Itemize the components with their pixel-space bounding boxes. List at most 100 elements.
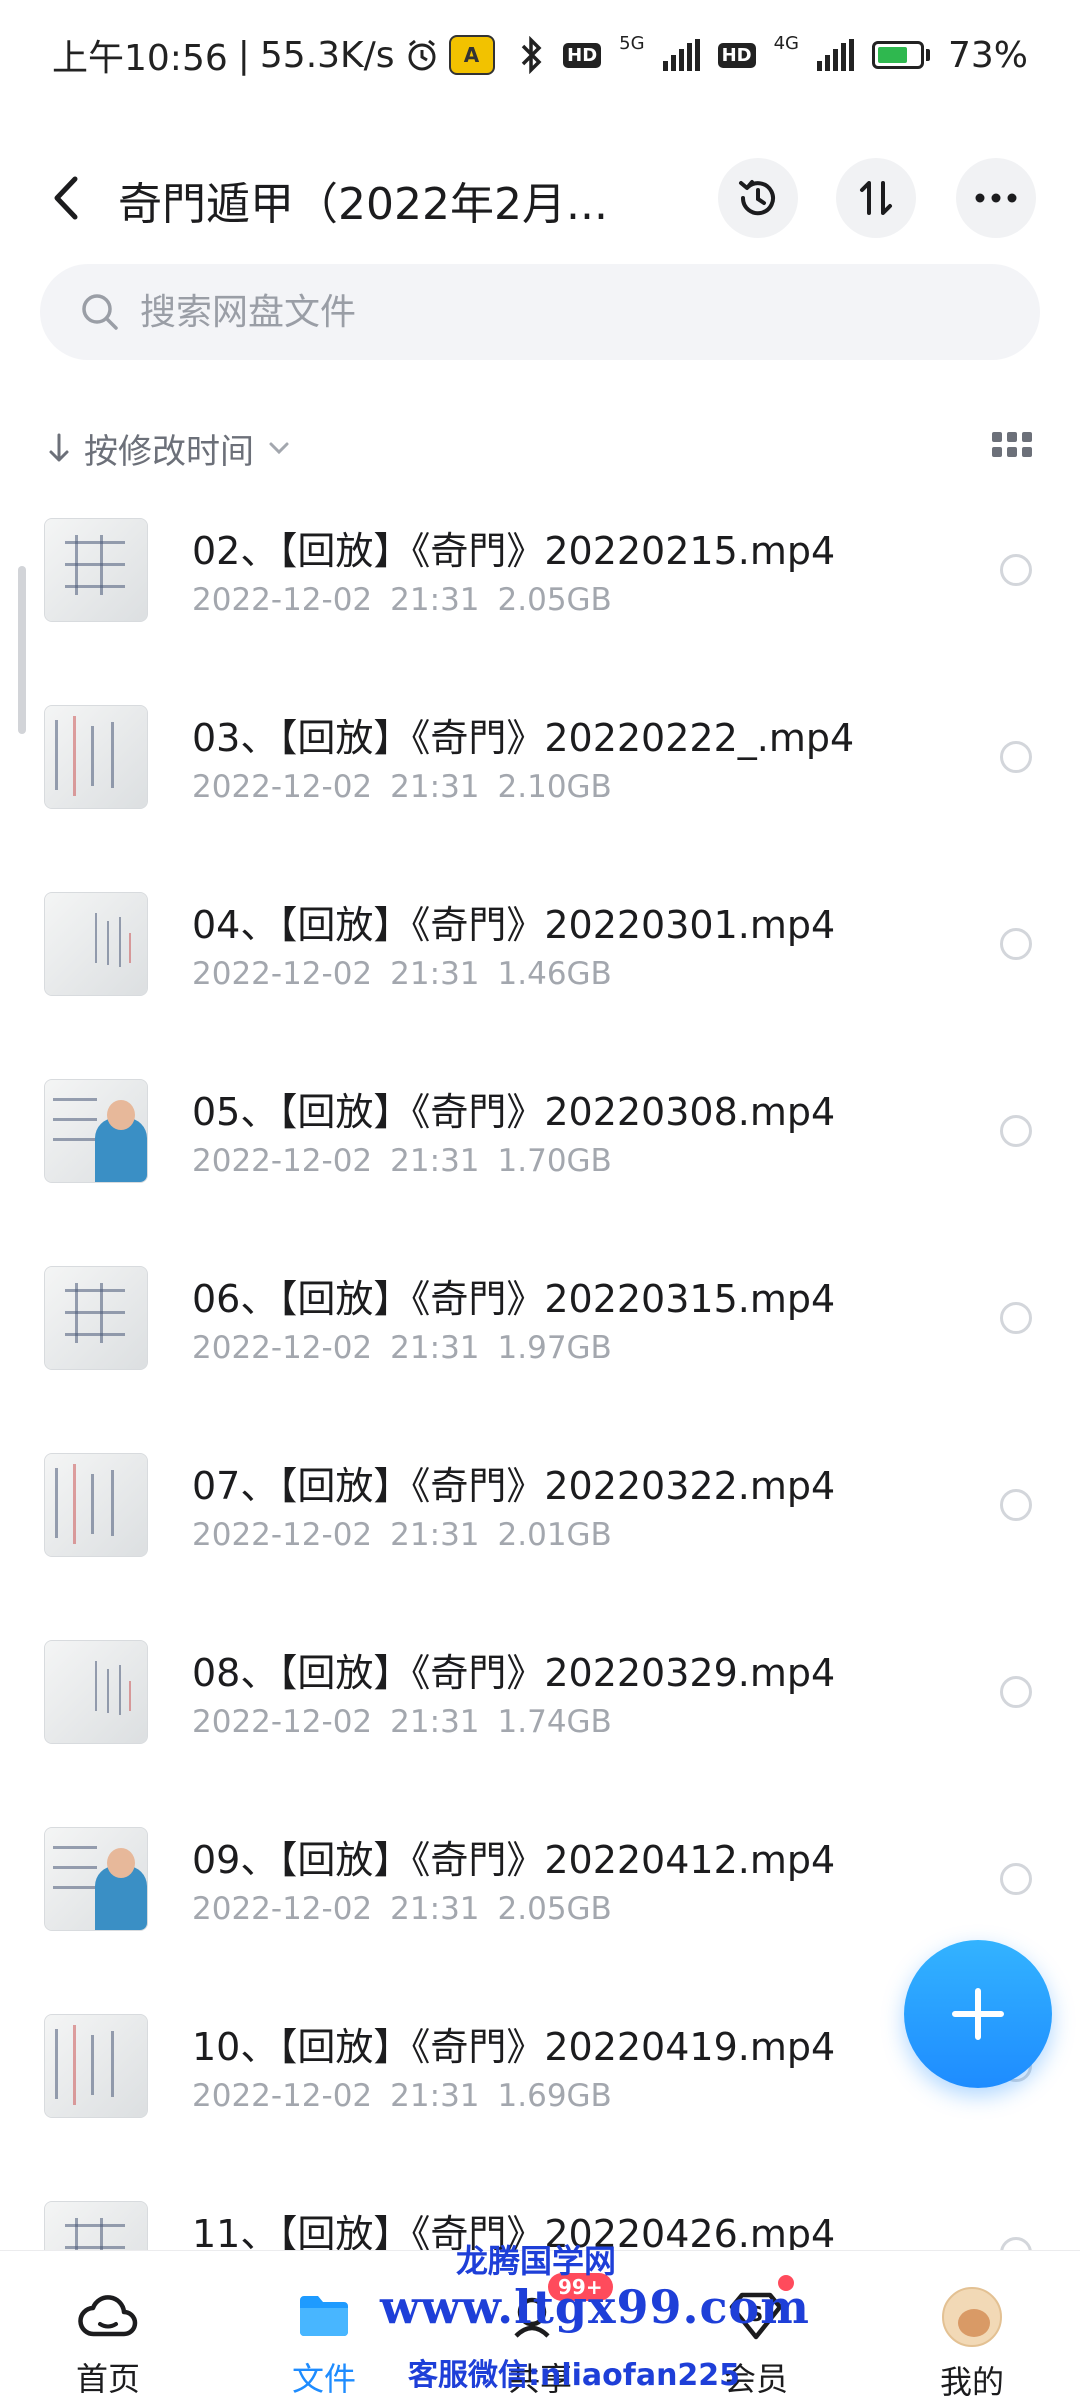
select-radio[interactable] [1000, 1489, 1032, 1521]
separator: | [237, 34, 250, 76]
cloud-icon [76, 2287, 140, 2344]
more-icon [975, 193, 1017, 203]
app-notification-icon: A [448, 35, 495, 75]
file-meta: 2022-12-02 21:31 2.01GB [192, 1517, 630, 1553]
grid-view-toggle[interactable] [992, 432, 1032, 464]
signal-icon-2 [816, 39, 854, 71]
file-row[interactable]: 07、【回放】《奇門》20220322.mp4 2022-12-02 21:31 2.… [0, 1413, 1080, 1600]
battery-percent: 73% [947, 34, 1028, 76]
chevron-left-icon [54, 176, 78, 220]
share-icon: 99+ [508, 2273, 613, 2344]
file-name: 02、【回放】《奇門》20220215.mp4 [192, 529, 836, 573]
video-thumbnail [44, 2014, 148, 2118]
file-row[interactable]: 04、【回放】《奇門》20220301.mp4 2022-12-02 21:31 1.… [0, 852, 1080, 1039]
file-size: 2.05GB [497, 1891, 612, 1927]
sort-control[interactable]: 按修改时间 [48, 418, 290, 478]
network-speed: 55.3K/s [259, 34, 395, 76]
file-name: 08、【回放】《奇門》20220329.mp4 [192, 1651, 836, 1695]
file-time: 21:31 [390, 582, 480, 618]
network-type-2: 4G [773, 32, 799, 54]
file-list: 02、【回放】《奇門》20220215.mp4 2022-12-02 21:31 2.… [0, 478, 1080, 2348]
nav-vip-label: 会员 [723, 2360, 788, 2398]
video-thumbnail [44, 1827, 148, 1931]
select-radio[interactable] [1000, 1863, 1032, 1895]
select-radio[interactable] [1000, 1302, 1032, 1334]
file-row[interactable]: 03、【回放】《奇門》20220222_.mp4 2022-12-02 21:31 2… [0, 665, 1080, 852]
nav-share[interactable]: 99+ 共享 [432, 2251, 648, 2400]
file-size: 1.97GB [497, 1330, 612, 1366]
file-meta: 2022-12-02 21:31 1.70GB [192, 1143, 630, 1179]
file-time: 21:31 [390, 769, 480, 805]
file-size: 1.46GB [497, 956, 612, 992]
file-meta: 2022-12-02 21:31 1.69GB [192, 2078, 630, 2114]
file-meta: 2022-12-02 21:31 2.05GB [192, 582, 630, 618]
video-thumbnail [44, 892, 148, 996]
file-row[interactable]: 06、【回放】《奇門》20220315.mp4 2022-12-02 21:31 1.… [0, 1226, 1080, 1413]
file-size: 1.70GB [497, 1143, 612, 1179]
select-radio[interactable] [1000, 554, 1032, 586]
hd-badge-2: HD [717, 42, 756, 68]
header: 奇門遁甲（2022年2月... [0, 118, 1080, 278]
file-meta: 2022-12-02 21:31 1.97GB [192, 1330, 630, 1366]
file-date: 2022-12-02 [192, 1704, 373, 1740]
search-icon [82, 294, 118, 330]
add-button[interactable] [904, 1940, 1052, 2088]
file-row[interactable]: 08、【回放】《奇門》20220329.mp4 2022-12-02 21:31 1.… [0, 1600, 1080, 1787]
back-button[interactable] [40, 158, 92, 238]
clock: 上午10:56 [52, 38, 228, 79]
nav-mine-label: 我的 [939, 2363, 1004, 2400]
more-button[interactable] [956, 158, 1036, 238]
nav-mine[interactable]: 我的 [864, 2251, 1080, 2400]
select-radio[interactable] [1000, 1676, 1032, 1708]
status-right: HD 5G HD 4G 73% [519, 32, 1028, 76]
file-size: 2.05GB [497, 582, 612, 618]
select-radio[interactable] [1000, 741, 1032, 773]
file-name: 06、【回放】《奇門》20220315.mp4 [192, 1277, 836, 1321]
file-name: 09、【回放】《奇門》20220412.mp4 [192, 1838, 836, 1882]
video-thumbnail [44, 1079, 148, 1183]
file-date: 2022-12-02 [192, 1517, 373, 1553]
file-row[interactable]: 02、【回放】《奇門》20220215.mp4 2022-12-02 21:31 2.… [0, 478, 1080, 665]
file-date: 2022-12-02 [192, 1891, 373, 1927]
sort-label: 按修改时间 [84, 431, 254, 472]
select-radio[interactable] [1000, 928, 1032, 960]
share-badge: 99+ [548, 2273, 613, 2301]
battery-icon [871, 41, 930, 69]
transfer-button[interactable] [836, 158, 916, 238]
vip-dot [778, 2275, 794, 2291]
alarm-icon [405, 38, 439, 72]
file-size: 1.69GB [497, 2078, 612, 2114]
bluetooth-icon [519, 36, 545, 74]
file-time: 21:31 [390, 1704, 480, 1740]
file-name: 05、【回放】《奇門》20220308.mp4 [192, 1090, 836, 1134]
file-size: 2.01GB [497, 1517, 612, 1553]
file-date: 2022-12-02 [192, 956, 373, 992]
file-row[interactable]: 05、【回放】《奇門》20220308.mp4 2022-12-02 21:31 1.… [0, 1039, 1080, 1226]
vip-diamond-icon: S [724, 2275, 794, 2344]
select-radio[interactable] [1000, 1115, 1032, 1147]
nav-home-label: 首页 [75, 2360, 140, 2398]
video-thumbnail [44, 518, 148, 622]
nav-home[interactable]: 首页 [0, 2251, 216, 2400]
nav-files-label: 文件 [291, 2360, 356, 2398]
transfer-icon [860, 181, 892, 215]
file-time: 21:31 [390, 1330, 480, 1366]
file-name: 07、【回放】《奇門》20220322.mp4 [192, 1464, 836, 1508]
file-name: 10、【回放】《奇門》20220419.mp4 [192, 2025, 836, 2069]
file-row[interactable]: 09、【回放】《奇門》20220412.mp4 2022-12-02 21:31 2.… [0, 1787, 1080, 1974]
arrow-down-icon [49, 433, 69, 462]
status-bar: 上午10:56 | 55.3K/s A HD 5G HD 4G 73% [0, 0, 1080, 110]
nav-share-label: 共享 [507, 2360, 572, 2398]
file-date: 2022-12-02 [192, 769, 373, 805]
nav-vip[interactable]: S 会员 [648, 2251, 864, 2400]
file-name: 04、【回放】《奇門》20220301.mp4 [192, 903, 836, 947]
search-bar[interactable] [40, 264, 1040, 360]
nav-files[interactable]: 文件 [216, 2251, 432, 2400]
folder-icon [292, 2287, 356, 2344]
video-thumbnail [44, 1640, 148, 1744]
signal-icon-1 [662, 39, 700, 71]
plus-icon [952, 1988, 1004, 2040]
search-input[interactable] [140, 291, 940, 333]
chevron-down-icon [269, 442, 289, 455]
history-button[interactable] [718, 158, 798, 238]
